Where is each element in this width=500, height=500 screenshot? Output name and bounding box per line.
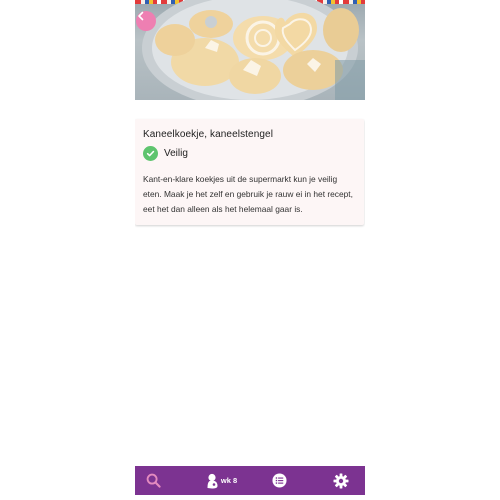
week-label: wk 8	[220, 476, 238, 485]
app-screen: Kaneelkoekje, kaneelstengel Veilig Kant-…	[135, 0, 365, 495]
search-icon	[146, 473, 161, 488]
check-circle-icon	[143, 145, 158, 161]
safety-status: Veilig	[143, 145, 188, 161]
gear-icon	[333, 473, 349, 488]
food-description: Kant-en-klare koekjes uit de supermarkt …	[143, 174, 353, 214]
back-button[interactable]	[136, 11, 156, 31]
chevron-left-icon	[138, 11, 144, 21]
status-label: Veilig	[164, 147, 188, 159]
food-title: Kaneelkoekje, kaneelstengel	[143, 129, 274, 140]
nav-search-button[interactable]	[143, 466, 163, 495]
bottom-navigation: wk 8	[135, 466, 365, 495]
hero-image	[135, 0, 365, 100]
nav-settings-button[interactable]	[331, 466, 351, 495]
nav-list-button[interactable]	[269, 466, 289, 495]
cookies-illustration	[142, 0, 365, 100]
list-icon	[271, 473, 287, 488]
nav-week-button[interactable]: wk 8	[201, 466, 241, 495]
baby-icon	[207, 473, 218, 488]
food-safety-card: Kaneelkoekje, kaneelstengel Veilig Kant-…	[135, 119, 364, 225]
